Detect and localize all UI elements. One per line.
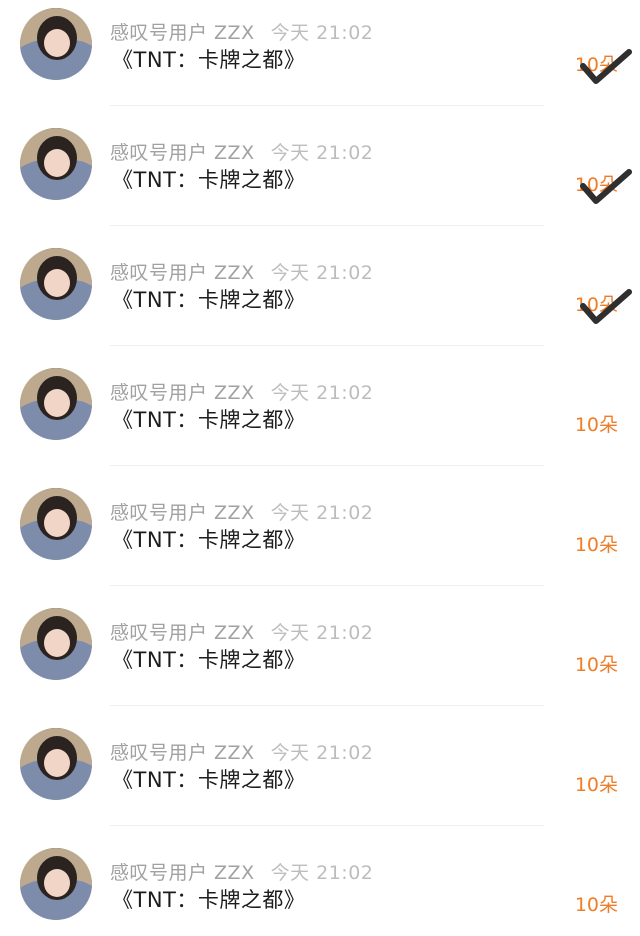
divider <box>110 225 544 226</box>
avatar[interactable] <box>20 608 92 680</box>
checkmark-icon <box>580 49 632 84</box>
username[interactable]: 感叹号用户 ZZX <box>110 22 255 44</box>
avatar[interactable] <box>20 248 92 320</box>
timestamp: 今天 21:02 <box>270 862 374 884</box>
flower-count: 10朵 <box>574 894 618 916</box>
list-item[interactable]: 感叹号用户 ZZX 今天 21:02 《TNT：卡牌之都》 10朵 <box>0 720 640 840</box>
item-title[interactable]: 《TNT：卡牌之都》 <box>112 884 305 914</box>
avatar[interactable] <box>20 488 92 560</box>
author-line: 感叹号用户 ZZX 今天 21:02 <box>110 138 374 164</box>
gift-list: 感叹号用户 ZZX 今天 21:02 《TNT：卡牌之都》 10朵 感叹号用户 … <box>0 0 640 936</box>
avatar[interactable] <box>20 728 92 800</box>
avatar[interactable] <box>20 368 92 440</box>
avatar[interactable] <box>20 128 92 200</box>
username[interactable]: 感叹号用户 ZZX <box>110 622 255 644</box>
divider <box>110 465 544 466</box>
username[interactable]: 感叹号用户 ZZX <box>110 742 255 764</box>
timestamp: 今天 21:02 <box>270 262 374 284</box>
author-line: 感叹号用户 ZZX 今天 21:02 <box>110 498 374 524</box>
item-title[interactable]: 《TNT：卡牌之都》 <box>112 404 305 434</box>
timestamp: 今天 21:02 <box>270 622 374 644</box>
divider <box>110 705 544 706</box>
timestamp: 今天 21:02 <box>270 382 374 404</box>
checkmark-icon <box>580 169 632 204</box>
list-item[interactable]: 感叹号用户 ZZX 今天 21:02 《TNT：卡牌之都》 10朵 <box>0 0 640 120</box>
author-line: 感叹号用户 ZZX 今天 21:02 <box>110 258 374 284</box>
flower-count: 10朵 <box>574 654 618 676</box>
list-item[interactable]: 感叹号用户 ZZX 今天 21:02 《TNT：卡牌之都》 10朵 <box>0 120 640 240</box>
flower-count: 10朵 <box>574 534 618 556</box>
item-title[interactable]: 《TNT：卡牌之都》 <box>112 524 305 554</box>
avatar[interactable] <box>20 848 92 920</box>
username[interactable]: 感叹号用户 ZZX <box>110 262 255 284</box>
author-line: 感叹号用户 ZZX 今天 21:02 <box>110 18 374 44</box>
timestamp: 今天 21:02 <box>270 502 374 524</box>
flower-count: 10朵 <box>574 774 618 796</box>
timestamp: 今天 21:02 <box>270 22 374 44</box>
item-title[interactable]: 《TNT：卡牌之都》 <box>112 164 305 194</box>
flower-count: 10朵 <box>574 414 618 436</box>
username[interactable]: 感叹号用户 ZZX <box>110 142 255 164</box>
divider <box>110 345 544 346</box>
list-item[interactable]: 感叹号用户 ZZX 今天 21:02 《TNT：卡牌之都》 10朵 <box>0 360 640 480</box>
username[interactable]: 感叹号用户 ZZX <box>110 382 255 404</box>
item-title[interactable]: 《TNT：卡牌之都》 <box>112 644 305 674</box>
author-line: 感叹号用户 ZZX 今天 21:02 <box>110 738 374 764</box>
item-title[interactable]: 《TNT：卡牌之都》 <box>112 44 305 74</box>
username[interactable]: 感叹号用户 ZZX <box>110 502 255 524</box>
divider <box>110 105 544 106</box>
timestamp: 今天 21:02 <box>270 142 374 164</box>
divider <box>110 585 544 586</box>
list-item[interactable]: 感叹号用户 ZZX 今天 21:02 《TNT：卡牌之都》 10朵 <box>0 240 640 360</box>
timestamp: 今天 21:02 <box>270 742 374 764</box>
item-title[interactable]: 《TNT：卡牌之都》 <box>112 284 305 314</box>
avatar[interactable] <box>20 8 92 80</box>
divider <box>110 825 544 826</box>
author-line: 感叹号用户 ZZX 今天 21:02 <box>110 618 374 644</box>
username[interactable]: 感叹号用户 ZZX <box>110 862 255 884</box>
list-item[interactable]: 感叹号用户 ZZX 今天 21:02 《TNT：卡牌之都》 10朵 <box>0 840 640 936</box>
checkmark-icon <box>580 289 632 324</box>
author-line: 感叹号用户 ZZX 今天 21:02 <box>110 858 374 884</box>
list-item[interactable]: 感叹号用户 ZZX 今天 21:02 《TNT：卡牌之都》 10朵 <box>0 600 640 720</box>
list-item[interactable]: 感叹号用户 ZZX 今天 21:02 《TNT：卡牌之都》 10朵 <box>0 480 640 600</box>
author-line: 感叹号用户 ZZX 今天 21:02 <box>110 378 374 404</box>
item-title[interactable]: 《TNT：卡牌之都》 <box>112 764 305 794</box>
